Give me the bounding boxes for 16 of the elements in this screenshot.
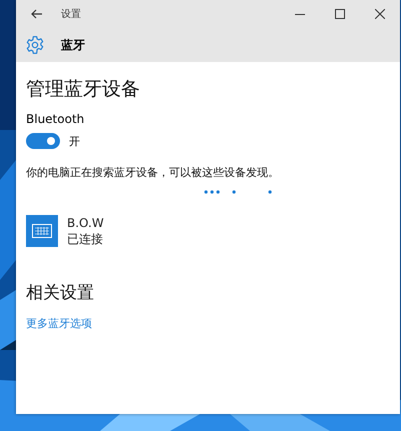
settings-icon: [25, 35, 45, 55]
keyboard-icon: [26, 215, 58, 247]
window-title: 设置: [61, 8, 81, 21]
close-icon: [375, 9, 385, 19]
settings-link[interactable]: 更多蓝牙选项: [26, 316, 92, 331]
bluetooth-toggle[interactable]: [26, 133, 60, 149]
section-heading: 相关设置: [26, 282, 94, 304]
device-name: B.O.W: [67, 215, 104, 231]
toggle-label: Bluetooth: [26, 111, 84, 127]
device-status: 已连接: [67, 231, 104, 247]
page-title: 蓝牙: [61, 36, 85, 54]
toggle-state: 开: [69, 134, 80, 148]
back-arrow-icon: [31, 9, 43, 19]
section-heading: 管理蓝牙设备: [26, 77, 140, 101]
status-text: 你的电脑正在搜索蓝牙设备，可以被这些设备发现。: [26, 165, 279, 180]
maximize-icon: [335, 9, 345, 19]
